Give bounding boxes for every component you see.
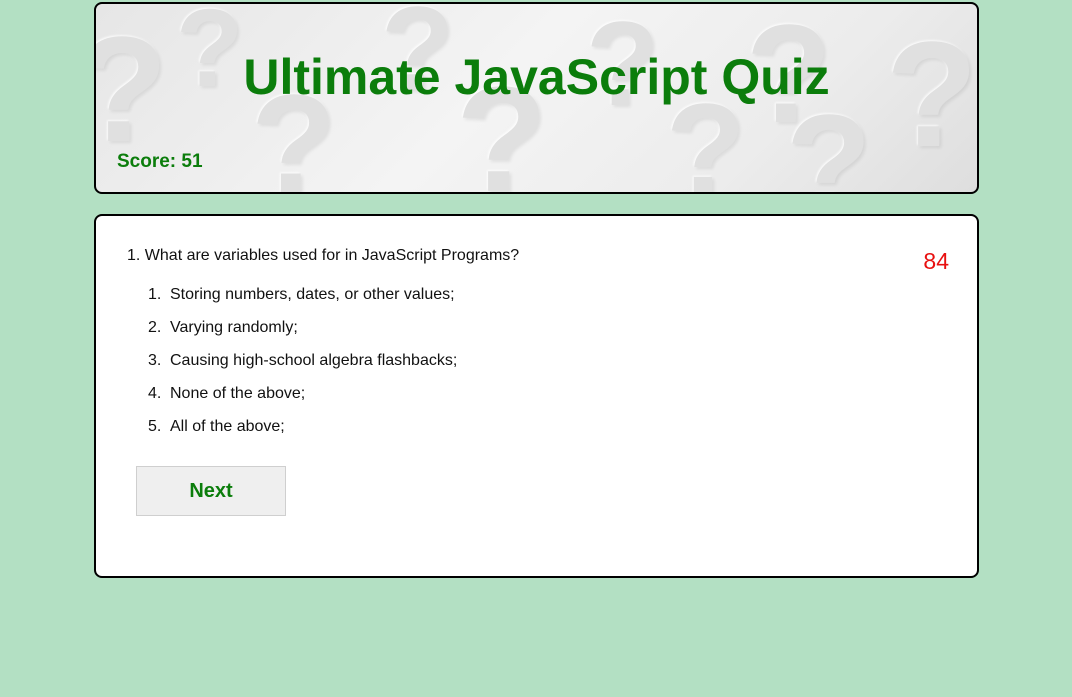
- countdown-timer: 84: [923, 248, 949, 274]
- answer-option[interactable]: 3. Causing high-school algebra flashbacks…: [148, 352, 457, 385]
- answer-option[interactable]: 1. Storing numbers, dates, or other value…: [148, 286, 457, 319]
- page-title: Ultimate JavaScript Quiz: [243, 49, 830, 105]
- quiz-header: ? ? ? ? ? ? ? ? ? ? Ultimate JavaScript …: [94, 2, 979, 194]
- answer-option-label: Causing high-school algebra flashbacks;: [170, 352, 458, 369]
- answer-option[interactable]: 5. All of the above;: [148, 418, 457, 451]
- answer-option[interactable]: 2. Varying randomly;: [148, 319, 457, 352]
- next-button[interactable]: Next: [136, 466, 286, 516]
- answer-option-label: Storing numbers, dates, or other values;: [170, 286, 455, 303]
- answer-option-label: All of the above;: [170, 418, 285, 435]
- answer-options-list: 1. Storing numbers, dates, or other value…: [148, 286, 457, 451]
- answer-option[interactable]: 4. None of the above;: [148, 385, 457, 418]
- answer-option-label: Varying randomly;: [170, 319, 298, 336]
- question-text: 1. What are variables used for in JavaSc…: [127, 247, 520, 264]
- answer-option-label: None of the above;: [170, 385, 306, 402]
- question-card: 1. What are variables used for in JavaSc…: [94, 214, 979, 578]
- score-display: Score: 51: [117, 151, 203, 172]
